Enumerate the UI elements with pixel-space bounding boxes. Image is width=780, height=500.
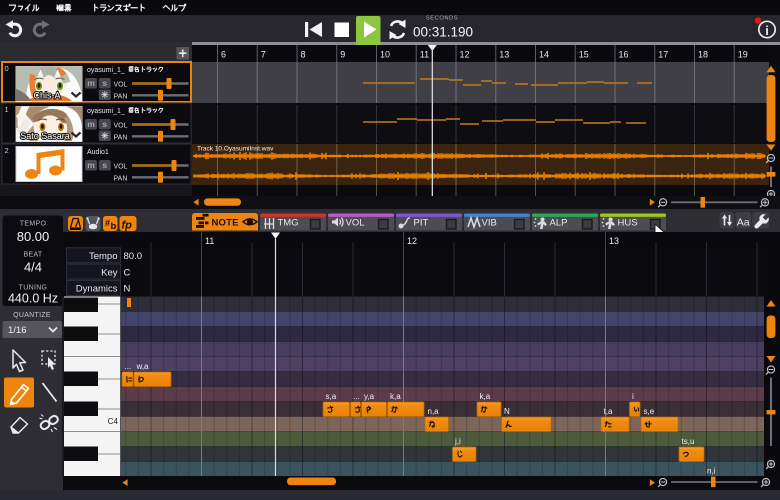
svg-text:16: 16 [619,50,629,60]
svg-text:13: 13 [609,236,619,246]
svg-text:17: 17 [658,50,668,60]
svg-text:VOL: VOL [346,218,365,229]
svg-text:1/16: 1/16 [8,325,27,336]
svg-text:s: s [102,160,107,170]
svg-text:Key: Key [101,267,118,278]
svg-text:4/4: 4/4 [24,260,42,275]
svg-text:Dynamics: Dynamics [76,284,118,295]
svg-text:BEAT: BEAT [24,252,43,259]
svg-text:PIT: PIT [414,218,429,229]
svg-text:s,a: s,a [326,392,337,401]
svg-text:VOL: VOL [114,164,128,171]
svg-text:oyasumi_1_: oyasumi_1_ [87,108,125,115]
svg-text:VOL: VOL [114,123,128,130]
svg-text:TEMPO: TEMPO [20,221,47,228]
svg-text:b: b [111,221,117,232]
svg-text:QUANTIZE: QUANTIZE [13,312,51,319]
svg-text:k,a: k,a [390,392,401,401]
svg-text:...: ... [125,362,132,371]
svg-text:s: s [102,119,107,129]
svg-text:C: C [124,267,131,278]
svg-text:VOL: VOL [114,82,128,89]
svg-text:m: m [87,119,95,129]
svg-text:SECONDS: SECONDS [426,16,458,22]
svg-text:t,a: t,a [604,407,613,416]
svg-text:PAN: PAN [114,94,128,101]
svg-text:N: N [124,284,131,295]
svg-text:m: m [87,160,95,170]
svg-text:TMG: TMG [278,218,299,229]
svg-text:VIB: VIB [482,218,497,229]
svg-text:15: 15 [579,50,589,60]
svg-text:...: ... [353,392,360,401]
svg-text:9: 9 [340,50,345,60]
svg-text:440.0 Hz: 440.0 Hz [8,292,58,306]
svg-text:80.00: 80.00 [17,229,50,244]
svg-text:w,a: w,a [136,362,150,371]
svg-text:10: 10 [380,50,390,60]
svg-text:PAN: PAN [114,135,128,142]
svg-text:7: 7 [261,50,266,60]
svg-text:y,a: y,a [364,392,375,401]
svg-text:NOTE: NOTE [212,218,239,229]
svg-text:12: 12 [460,50,470,60]
svg-text:00:31.190: 00:31.190 [413,25,473,40]
svg-text:m: m [87,78,95,88]
svg-text:11: 11 [420,50,429,60]
svg-text:fp: fp [122,220,133,232]
svg-text:8: 8 [301,50,306,60]
svg-text:n,a: n,a [428,407,440,416]
svg-text:12: 12 [407,236,417,246]
svg-text:Track 10.OyasumiInst.wav: Track 10.OyasumiInst.wav [197,146,274,153]
svg-text:2: 2 [5,146,9,155]
svg-text:k,a: k,a [480,392,491,401]
svg-text:Audio1: Audio1 [87,149,109,156]
svg-text:s: s [102,78,107,88]
svg-text:19: 19 [738,50,748,60]
svg-text:Sato Sasara: Sato Sasara [20,131,70,141]
svg-text:i: i [632,392,634,401]
svg-text:TUNING: TUNING [19,285,48,292]
svg-text:s,e: s,e [644,407,655,416]
svg-text:6: 6 [221,50,226,60]
svg-text:Chis-A: Chis-A [33,91,60,101]
svg-text:Aa: Aa [737,217,750,229]
svg-text:0: 0 [5,64,9,73]
svg-text:C4: C4 [108,417,119,426]
svg-text:PAN: PAN [114,176,128,183]
svg-text:j,i: j,i [454,437,461,446]
svg-text:#: # [105,218,110,228]
svg-text:80.0: 80.0 [124,251,143,262]
svg-text:HUS: HUS [618,218,638,229]
svg-text:1: 1 [5,105,9,114]
svg-text:11: 11 [205,236,214,246]
svg-text:oyasumi_1_: oyasumi_1_ [87,67,125,74]
svg-text:ALP: ALP [550,218,568,229]
svg-text:13: 13 [499,50,509,60]
svg-text:ts,u: ts,u [682,437,695,446]
svg-text:14: 14 [539,50,549,60]
svg-text:18: 18 [698,50,708,60]
svg-text:Tempo: Tempo [89,251,118,262]
svg-text:i: i [765,23,769,38]
svg-text:N: N [504,407,510,416]
svg-text:n,i: n,i [707,467,716,476]
